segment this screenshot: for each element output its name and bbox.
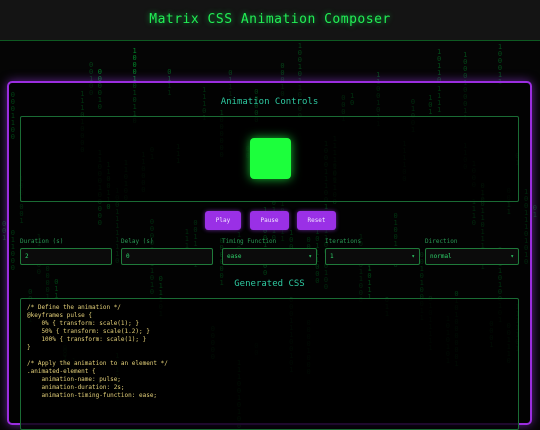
chevron-down-icon: ▾ xyxy=(510,253,514,260)
timing-function-select[interactable]: ease ▾ xyxy=(222,248,317,265)
iterations-select[interactable]: 1 ▾ xyxy=(325,248,420,265)
reset-button[interactable]: Reset xyxy=(297,211,336,230)
delay-input[interactable]: 0 xyxy=(121,248,213,265)
duration-value: 2 xyxy=(25,253,29,260)
generated-css-code: /* Define the animation */ @keyframes pu… xyxy=(20,298,519,430)
preview-stage xyxy=(20,116,519,202)
iterations-label: Iterations xyxy=(325,238,362,245)
generated-css-title: Generated CSS xyxy=(234,279,305,289)
matrix-rain-glyphs: 0 1 xyxy=(532,204,537,219)
matrix-rain-glyphs: 1 0 1 1 0 xyxy=(437,48,442,84)
animated-element-preview xyxy=(250,138,291,179)
matrix-rain-glyphs: 1 0 0 0 1 1 xyxy=(497,43,503,86)
iterations-value: 1 xyxy=(330,253,334,260)
chevron-down-icon: ▾ xyxy=(308,253,312,260)
delay-label: Delay (s) xyxy=(121,238,154,245)
direction-select[interactable]: normal ▾ xyxy=(425,248,519,265)
duration-input[interactable]: 2 xyxy=(20,248,112,265)
pause-button[interactable]: Pause xyxy=(250,211,289,230)
timing-function-label: Timing Function xyxy=(222,238,277,245)
play-button[interactable]: Play xyxy=(205,211,241,230)
matrix-rain-glyphs: 0 0 1 xyxy=(2,220,7,242)
css-code-text: /* Define the animation */ @keyframes pu… xyxy=(27,304,168,399)
delay-value: 0 xyxy=(126,253,130,260)
chevron-down-icon: ▾ xyxy=(411,253,415,260)
header-bar: Matrix CSS Animation Composer xyxy=(0,0,540,41)
duration-label: Duration (s) xyxy=(20,238,64,245)
composer-panel: Animation Controls Play Pause Reset Dura… xyxy=(7,81,532,430)
timing-function-value: ease xyxy=(227,253,242,260)
app-title: Matrix CSS Animation Composer xyxy=(149,12,391,27)
direction-label: Direction xyxy=(425,238,458,245)
direction-value: normal xyxy=(430,253,452,260)
animation-controls-title: Animation Controls xyxy=(220,97,319,107)
